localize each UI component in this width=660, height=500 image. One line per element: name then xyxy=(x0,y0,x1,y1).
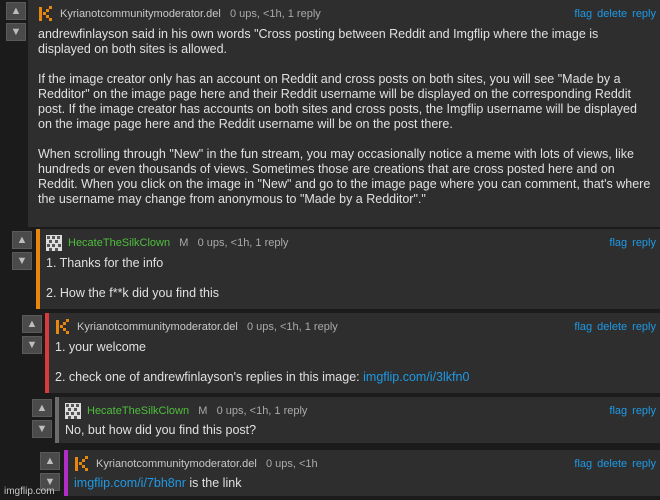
comment-actions: flag delete reply xyxy=(569,456,656,472)
comment-meta: 0 ups, <1h xyxy=(265,458,318,470)
author-name[interactable]: Kyrianotcommunitymoderator.del xyxy=(77,321,238,333)
pixel-avatar-icon[interactable] xyxy=(65,403,81,419)
author-name[interactable]: HecateTheSilkClown xyxy=(87,405,189,417)
comment-text: is the link xyxy=(185,476,242,490)
comment-body: andrewfinlayson said in his own words "C… xyxy=(38,27,654,207)
author-link[interactable]: Kyrianotcommunitymoderator.del 0 ups, <1… xyxy=(77,319,338,335)
upvote-arrow-icon[interactable]: ▲ xyxy=(32,399,52,417)
orange-k-avatar-icon[interactable] xyxy=(55,319,71,335)
flag-link[interactable]: flag xyxy=(574,458,592,470)
imgflip-watermark: imgflip.com xyxy=(4,486,55,497)
upvote-arrow-icon[interactable]: ▲ xyxy=(22,315,42,333)
comment-paragraph: andrewfinlayson said in his own words "C… xyxy=(38,27,599,56)
reply-link[interactable]: reply xyxy=(632,237,656,249)
downvote-arrow-icon[interactable]: ▼ xyxy=(32,420,52,438)
orange-k-avatar-icon[interactable] xyxy=(38,6,54,22)
flag-link[interactable]: flag xyxy=(574,8,592,20)
author-name[interactable]: HecateTheSilkClown xyxy=(68,237,170,249)
author-link[interactable]: Kyrianotcommunitymoderator.del 0 ups, <1… xyxy=(96,456,318,472)
comment-text: 2. check one of andrewfinlayson's replie… xyxy=(55,370,360,384)
comment-actions: flag delete reply xyxy=(569,6,656,22)
comment-paragraph: When scrolling through "New" in the fun … xyxy=(38,147,651,206)
comment-card: Kyrianotcommunitymoderator.del 0 ups, <1… xyxy=(64,450,660,496)
comment-body: No, but how did you find this post? xyxy=(65,423,654,438)
comment-meta: 0 ups, <1h, 1 reply xyxy=(216,405,308,417)
comment-actions: flag reply xyxy=(604,403,656,419)
author-link[interactable]: HecateTheSilkClown M 0 ups, <1h, 1 reply xyxy=(68,235,288,251)
comment-header: HecateTheSilkClown M 0 ups, <1h, 1 reply… xyxy=(65,403,656,419)
comment-header: Kyrianotcommunitymoderator.del 0 ups, <1… xyxy=(38,6,656,22)
image-link[interactable]: imgflip.com/i/3lkfn0 xyxy=(363,370,469,384)
reply-link[interactable]: reply xyxy=(632,458,656,470)
author-link[interactable]: Kyrianotcommunitymoderator.del 0 ups, <1… xyxy=(60,6,321,22)
vote-controls: ▲ ▼ xyxy=(12,231,32,273)
comment-3: ▲ ▼ Kyrianotcommunitymoderator.del 0 ups… xyxy=(0,313,660,393)
reply-link[interactable]: reply xyxy=(632,321,656,333)
comment-body: imgflip.com/i/7bh8nr is the link xyxy=(74,476,654,491)
flag-link[interactable]: flag xyxy=(609,237,627,249)
delete-link[interactable]: delete xyxy=(597,458,627,470)
comment-line: 2. check one of andrewfinlayson's replie… xyxy=(55,370,654,385)
comment-line: No, but how did you find this post? xyxy=(65,423,257,437)
pixel-avatar-icon[interactable] xyxy=(46,235,62,251)
comment-1: ▲ ▼ Kyrianotcommunitymoderator.del 0 ups… xyxy=(0,0,660,227)
comment-header: Kyrianotcommunitymoderator.del 0 ups, <1… xyxy=(55,319,656,335)
comment-meta: 0 ups, <1h, 1 reply xyxy=(197,237,289,249)
comment-line: 1. Thanks for the info xyxy=(46,256,164,270)
comment-meta: 0 ups, <1h, 1 reply xyxy=(246,321,338,333)
comment-header: HecateTheSilkClown M 0 ups, <1h, 1 reply… xyxy=(46,235,656,251)
vote-controls: ▲ ▼ xyxy=(22,315,42,357)
comment-5: ▲ ▼ Kyrianotcommunitymoderator.del 0 ups… xyxy=(0,450,660,496)
downvote-arrow-icon[interactable]: ▼ xyxy=(6,23,26,41)
comment-4: ▲ ▼ HecateTheSilkClown M 0 ups, <1h, 1 r… xyxy=(0,397,660,443)
upvote-arrow-icon[interactable]: ▲ xyxy=(6,2,26,20)
comment-card: Kyrianotcommunitymoderator.del 0 ups, <1… xyxy=(28,0,660,227)
reply-link[interactable]: reply xyxy=(632,8,656,20)
comment-actions: flag delete reply xyxy=(569,319,656,335)
image-link[interactable]: imgflip.com/i/7bh8nr xyxy=(74,476,186,490)
comment-2: ▲ ▼ HecateTheSilkClown M 0 ups, <1h, 1 r… xyxy=(0,229,660,309)
flag-link[interactable]: flag xyxy=(609,405,627,417)
author-name[interactable]: Kyrianotcommunitymoderator.del xyxy=(60,8,221,20)
comment-line: imgflip.com/i/7bh8nr is the link xyxy=(74,476,654,491)
comment-header: Kyrianotcommunitymoderator.del 0 ups, <1… xyxy=(74,456,656,472)
delete-link[interactable]: delete xyxy=(597,8,627,20)
author-name[interactable]: Kyrianotcommunitymoderator.del xyxy=(96,458,257,470)
comment-actions: flag reply xyxy=(604,235,656,251)
mod-badge: M xyxy=(179,237,189,249)
flag-link[interactable]: flag xyxy=(574,321,592,333)
vote-controls: ▲ ▼ xyxy=(6,2,26,44)
comment-line: 1. your welcome xyxy=(55,340,147,354)
mod-badge: M xyxy=(198,405,208,417)
comment-body: 1. your welcome 2. check one of andrewfi… xyxy=(55,340,654,385)
comment-card: HecateTheSilkClown M 0 ups, <1h, 1 reply… xyxy=(36,229,660,309)
comment-meta: 0 ups, <1h, 1 reply xyxy=(229,8,321,20)
upvote-arrow-icon[interactable]: ▲ xyxy=(40,452,60,470)
delete-link[interactable]: delete xyxy=(597,321,627,333)
reply-link[interactable]: reply xyxy=(632,405,656,417)
comment-paragraph: If the image creator only has an account… xyxy=(38,72,637,131)
orange-k-avatar-icon[interactable] xyxy=(74,456,90,472)
upvote-arrow-icon[interactable]: ▲ xyxy=(12,231,32,249)
author-link[interactable]: HecateTheSilkClown M 0 ups, <1h, 1 reply xyxy=(87,403,307,419)
comment-body: 1. Thanks for the info 2. How the f**k d… xyxy=(46,256,654,301)
comment-line: 2. How the f**k did you find this xyxy=(46,286,220,300)
vote-controls: ▲ ▼ xyxy=(32,399,52,441)
downvote-arrow-icon[interactable]: ▼ xyxy=(22,336,42,354)
comment-card: HecateTheSilkClown M 0 ups, <1h, 1 reply… xyxy=(55,397,660,443)
downvote-arrow-icon[interactable]: ▼ xyxy=(12,252,32,270)
comment-card: Kyrianotcommunitymoderator.del 0 ups, <1… xyxy=(45,313,660,393)
